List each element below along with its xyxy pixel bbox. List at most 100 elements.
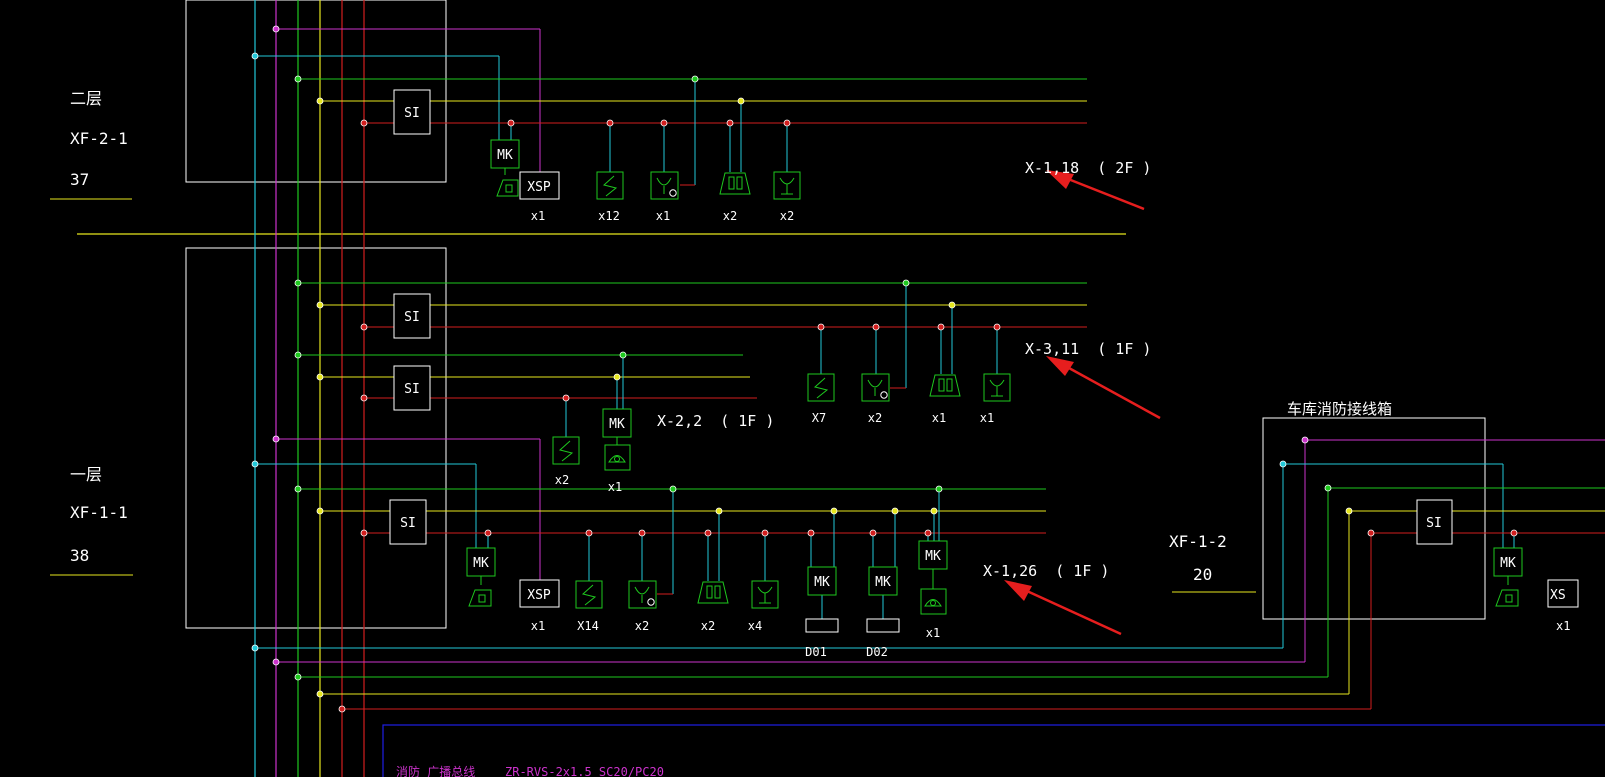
qty-floor2-flow: x12 [598, 209, 620, 223]
box-id-xf-2-1: XF-2-1 [70, 129, 128, 148]
junction-dot [783, 119, 791, 127]
junction-dot [585, 529, 593, 537]
junction-dot [869, 529, 877, 537]
junction-dot [993, 323, 1001, 331]
junction-dot [272, 25, 280, 33]
mk-label-x126: MK [473, 556, 489, 571]
qty-floor2-heat: x2 [780, 209, 794, 223]
junction-dot [294, 673, 302, 681]
junction-dot [1279, 460, 1287, 468]
legend-cable-partial: ZR-RVS-2x1.5 SC20/PC20 [505, 765, 664, 777]
qty-x311-hand: x1 [932, 411, 946, 425]
junction-dot [1301, 436, 1309, 444]
qty-x22-flow: x2 [555, 473, 569, 487]
cad-fire-alarm-riser-drawing: SI MK XSP SI SI MK SI MK XSP MK MK MK SI… [0, 0, 1605, 777]
si-label-x311: SI [404, 310, 420, 325]
qty-x311-flow: X7 [812, 411, 826, 425]
junction-dot [251, 460, 259, 468]
mk-label-phone: MK [925, 549, 941, 564]
device-count-garage: 20 [1193, 565, 1212, 584]
junction-dot [930, 507, 938, 515]
junction-dot [715, 507, 723, 515]
junction-dot [613, 373, 621, 381]
junction-dot [891, 507, 899, 515]
junction-dot [638, 529, 646, 537]
device-label-d02: D02 [866, 645, 888, 659]
floor-name-first: 一层 [70, 465, 102, 484]
circuit-label-x311: X-3,11 ( 1F ) [1025, 340, 1151, 358]
xsp-label-x126: XSP [527, 588, 551, 603]
junction-dot [737, 97, 745, 105]
circuit-label-x118: X-1,18 ( 2F ) [1025, 159, 1151, 177]
junction-dot [360, 529, 368, 537]
junction-dot [316, 373, 324, 381]
device-count-floor2: 37 [70, 170, 89, 189]
qty-floor1-hand: x2 [701, 619, 715, 633]
qty-floor1-phone: x1 [926, 626, 940, 640]
qty-floor2-hand: x2 [723, 209, 737, 223]
drawing-background [0, 0, 1605, 777]
qty-floor2-xsp: x1 [531, 209, 545, 223]
junction-dot [360, 119, 368, 127]
junction-dot [937, 323, 945, 331]
junction-dot [1345, 507, 1353, 515]
junction-dot [294, 485, 302, 493]
qty-garage-xsp-partial: x1 [1556, 619, 1570, 633]
qty-floor1-smoke: x2 [635, 619, 649, 633]
qty-x22-phone: x1 [608, 480, 622, 494]
junction-dot [294, 279, 302, 287]
junction-dot [316, 690, 324, 698]
junction-dot [360, 394, 368, 402]
si-label-x22: SI [404, 382, 420, 397]
qty-floor2-smoke: x1 [656, 209, 670, 223]
mk-label-floor2: MK [497, 148, 513, 163]
qty-x311-smoke: x2 [868, 411, 882, 425]
qty-floor1-flow: X14 [577, 619, 599, 633]
junction-dot [507, 119, 515, 127]
si-label-garage: SI [1426, 516, 1442, 531]
qty-x311-heat: x1 [980, 411, 994, 425]
junction-dot [761, 529, 769, 537]
circuit-label-x22: X-2,2 ( 1F ) [657, 412, 774, 430]
junction-dot [924, 529, 932, 537]
junction-dot [872, 323, 880, 331]
junction-dot [251, 52, 259, 60]
junction-dot [338, 705, 346, 713]
junction-dot [1324, 484, 1332, 492]
garage-box-title: 车库消防接线箱 [1287, 400, 1392, 418]
junction-dot [1510, 529, 1518, 537]
junction-dot [484, 529, 492, 537]
junction-dot [669, 485, 677, 493]
junction-dot [294, 351, 302, 359]
junction-dot [704, 529, 712, 537]
box-id-xf-1-2: XF-1-2 [1169, 532, 1227, 551]
si-label-floor2: SI [404, 106, 420, 121]
junction-dot [1367, 529, 1375, 537]
junction-dot [316, 507, 324, 515]
junction-dot [691, 75, 699, 83]
mk-label-d01: MK [814, 575, 830, 590]
junction-dot [272, 435, 280, 443]
legend-label-partial: 消防 广播总线 [396, 764, 475, 777]
junction-dot [902, 279, 910, 287]
device-count-floor1: 38 [70, 546, 89, 565]
junction-dot [935, 485, 943, 493]
junction-dot [660, 119, 668, 127]
xsp-label-garage-partial: XS [1550, 588, 1566, 603]
junction-dot [316, 97, 324, 105]
junction-dot [619, 351, 627, 359]
junction-dot [830, 507, 838, 515]
floor-name-second: 二层 [70, 89, 102, 108]
junction-dot [294, 75, 302, 83]
junction-dot [562, 394, 570, 402]
junction-dot [817, 323, 825, 331]
junction-dot [948, 301, 956, 309]
junction-dot [726, 119, 734, 127]
mk-label-d02: MK [875, 575, 891, 590]
device-label-d01: D01 [805, 645, 827, 659]
junction-dot [316, 301, 324, 309]
junction-dot [360, 323, 368, 331]
junction-dot [251, 644, 259, 652]
mk-label-garage: MK [1500, 556, 1516, 571]
qty-floor1-heat: x4 [748, 619, 762, 633]
